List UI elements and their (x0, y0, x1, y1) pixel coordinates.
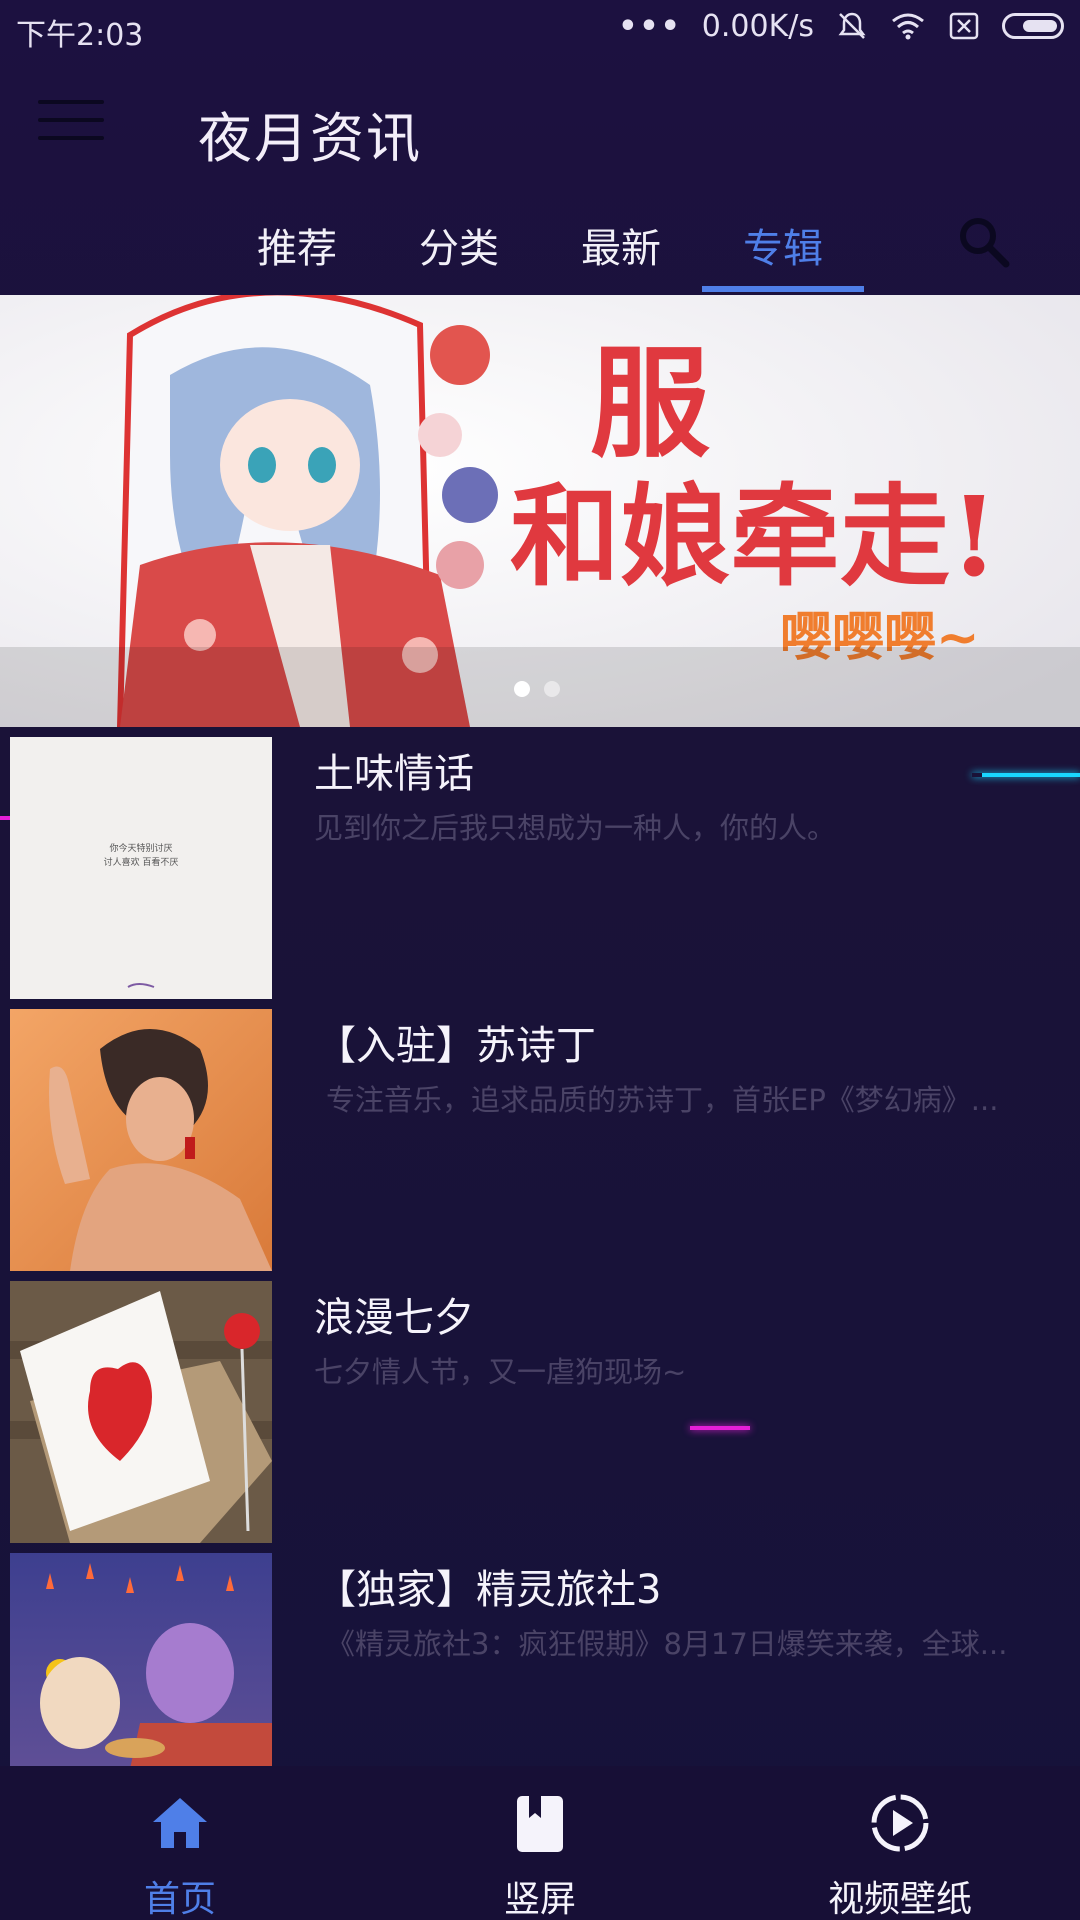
thumb-text-1: 你今天特别讨厌 (109, 842, 172, 854)
pager-dot[interactable] (544, 681, 560, 697)
search-icon[interactable] (956, 214, 1012, 270)
article-title: 浪漫七夕 (314, 1295, 474, 1341)
nav-label: 首页 (143, 1879, 216, 1920)
tab-active-indicator (702, 286, 864, 292)
pager-dot[interactable] (514, 681, 530, 697)
list-item[interactable]: 你今天特别讨厌 讨人喜欢 百看不厌 土味情话 见到你之后我只想成为一种人，你的人… (0, 737, 1080, 1009)
wifi-icon (890, 8, 926, 44)
tab-recommend[interactable]: 推荐 (216, 216, 378, 274)
nav-label: 视频壁纸 (827, 1879, 972, 1920)
tab-category[interactable]: 分类 (378, 216, 540, 274)
article-desc: 七夕情人节，又一虐狗现场~ (314, 1355, 687, 1389)
nav-home[interactable]: 首页 (50, 1766, 310, 1920)
bottom-navigation: 首页 竖屏 视频壁纸 (0, 1766, 1080, 1920)
tab-bar: 推荐 分类 最新 专辑 (0, 198, 1080, 294)
tab-album[interactable]: 专辑 (702, 216, 864, 274)
banner-carousel[interactable]: 服 和娘牵走! 嘤嘤嘤~ (0, 295, 1080, 727)
app-title: 夜月资讯 (198, 107, 422, 170)
banner-text-2: 和娘牵走! (510, 472, 998, 601)
bookmark-book-icon (509, 1792, 571, 1854)
article-list: 你今天特别讨厌 讨人喜欢 百看不厌 土味情话 见到你之后我只想成为一种人，你的人… (0, 737, 1080, 1825)
thumb-text-2: 讨人喜欢 百看不厌 (104, 856, 179, 868)
article-thumbnail (10, 1281, 272, 1543)
network-speed: 0.00K/s (701, 8, 814, 44)
hamburger-menu-icon[interactable] (38, 100, 104, 150)
video-play-icon (869, 1792, 931, 1854)
article-desc: 《精灵旅社3：疯狂假期》8月17日爆笑来袭，全球... (326, 1627, 1008, 1661)
status-time: 下午2:03 (16, 18, 144, 53)
article-title: 【入驻】苏诗丁 (316, 1023, 596, 1069)
battery-icon (1002, 13, 1064, 39)
sim-cross-icon (946, 8, 982, 44)
banner-text-1: 服 (590, 333, 710, 474)
nav-video-wallpaper[interactable]: 视频壁纸 (770, 1766, 1030, 1920)
list-item[interactable]: 浪漫七夕 七夕情人节，又一虐狗现场~ (0, 1281, 1080, 1553)
article-desc: 专注音乐，追求品质的苏诗丁，首张EP《梦幻病》... (326, 1083, 999, 1117)
more-dots-icon: ••• (618, 8, 682, 44)
banner-pager (514, 681, 560, 697)
article-title: 土味情话 (314, 751, 474, 797)
nav-label: 竖屏 (503, 1879, 576, 1920)
article-title: 【独家】精灵旅社3 (316, 1567, 662, 1613)
app-root: 下午2:03 ••• 0.00K/s 夜月资讯 推荐 分类 最新 专辑 服 和娘… (0, 0, 1080, 1920)
article-desc: 见到你之后我只想成为一种人，你的人。 (314, 811, 837, 845)
home-icon (149, 1792, 211, 1854)
nav-vertical-screen[interactable]: 竖屏 (410, 1766, 670, 1920)
article-thumbnail: 你今天特别讨厌 讨人喜欢 百看不厌 (10, 737, 272, 999)
mute-bell-icon (834, 8, 870, 44)
article-thumbnail (10, 1009, 272, 1271)
status-bar: 下午2:03 ••• 0.00K/s (0, 0, 1080, 58)
app-bar: 夜月资讯 (0, 58, 1080, 198)
status-right: ••• 0.00K/s (618, 8, 1064, 44)
tab-latest[interactable]: 最新 (540, 216, 702, 274)
article-thumbnail (10, 1553, 272, 1769)
list-item[interactable]: 【入驻】苏诗丁 专注音乐，追求品质的苏诗丁，首张EP《梦幻病》... (0, 1009, 1080, 1281)
